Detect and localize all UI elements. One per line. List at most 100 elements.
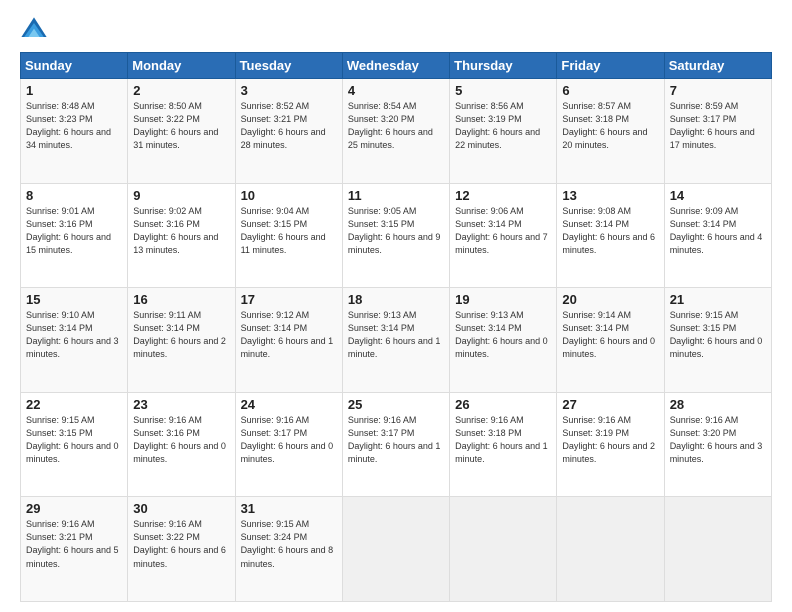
day-info: Sunrise: 9:10 AM Sunset: 3:14 PM Dayligh… bbox=[26, 309, 122, 361]
header-day-friday: Friday bbox=[557, 53, 664, 79]
day-number: 6 bbox=[562, 83, 658, 98]
calendar-cell: 28 Sunrise: 9:16 AM Sunset: 3:20 PM Dayl… bbox=[664, 392, 771, 497]
calendar-cell: 5 Sunrise: 8:56 AM Sunset: 3:19 PM Dayli… bbox=[450, 79, 557, 184]
calendar-cell: 23 Sunrise: 9:16 AM Sunset: 3:16 PM Dayl… bbox=[128, 392, 235, 497]
day-number: 1 bbox=[26, 83, 122, 98]
calendar-header: SundayMondayTuesdayWednesdayThursdayFrid… bbox=[21, 53, 772, 79]
calendar-cell bbox=[557, 497, 664, 602]
day-info: Sunrise: 9:04 AM Sunset: 3:15 PM Dayligh… bbox=[241, 205, 337, 257]
day-number: 7 bbox=[670, 83, 766, 98]
calendar-cell: 25 Sunrise: 9:16 AM Sunset: 3:17 PM Dayl… bbox=[342, 392, 449, 497]
logo-icon bbox=[20, 16, 48, 44]
calendar-cell: 3 Sunrise: 8:52 AM Sunset: 3:21 PM Dayli… bbox=[235, 79, 342, 184]
day-info: Sunrise: 9:16 AM Sunset: 3:16 PM Dayligh… bbox=[133, 414, 229, 466]
day-info: Sunrise: 9:16 AM Sunset: 3:18 PM Dayligh… bbox=[455, 414, 551, 466]
day-number: 8 bbox=[26, 188, 122, 203]
calendar-cell: 2 Sunrise: 8:50 AM Sunset: 3:22 PM Dayli… bbox=[128, 79, 235, 184]
day-number: 19 bbox=[455, 292, 551, 307]
day-number: 28 bbox=[670, 397, 766, 412]
day-number: 24 bbox=[241, 397, 337, 412]
day-number: 18 bbox=[348, 292, 444, 307]
day-number: 16 bbox=[133, 292, 229, 307]
day-number: 2 bbox=[133, 83, 229, 98]
day-info: Sunrise: 9:12 AM Sunset: 3:14 PM Dayligh… bbox=[241, 309, 337, 361]
calendar-cell: 16 Sunrise: 9:11 AM Sunset: 3:14 PM Dayl… bbox=[128, 288, 235, 393]
calendar-cell: 22 Sunrise: 9:15 AM Sunset: 3:15 PM Dayl… bbox=[21, 392, 128, 497]
calendar-cell: 6 Sunrise: 8:57 AM Sunset: 3:18 PM Dayli… bbox=[557, 79, 664, 184]
calendar-cell: 13 Sunrise: 9:08 AM Sunset: 3:14 PM Dayl… bbox=[557, 183, 664, 288]
day-number: 27 bbox=[562, 397, 658, 412]
header-day-thursday: Thursday bbox=[450, 53, 557, 79]
day-info: Sunrise: 9:16 AM Sunset: 3:20 PM Dayligh… bbox=[670, 414, 766, 466]
day-info: Sunrise: 9:15 AM Sunset: 3:15 PM Dayligh… bbox=[26, 414, 122, 466]
week-row-2: 8 Sunrise: 9:01 AM Sunset: 3:16 PM Dayli… bbox=[21, 183, 772, 288]
page: SundayMondayTuesdayWednesdayThursdayFrid… bbox=[0, 0, 792, 612]
day-number: 13 bbox=[562, 188, 658, 203]
day-info: Sunrise: 9:16 AM Sunset: 3:21 PM Dayligh… bbox=[26, 518, 122, 570]
day-info: Sunrise: 9:13 AM Sunset: 3:14 PM Dayligh… bbox=[455, 309, 551, 361]
day-info: Sunrise: 9:06 AM Sunset: 3:14 PM Dayligh… bbox=[455, 205, 551, 257]
day-info: Sunrise: 9:16 AM Sunset: 3:17 PM Dayligh… bbox=[348, 414, 444, 466]
week-row-4: 22 Sunrise: 9:15 AM Sunset: 3:15 PM Dayl… bbox=[21, 392, 772, 497]
day-info: Sunrise: 9:15 AM Sunset: 3:15 PM Dayligh… bbox=[670, 309, 766, 361]
calendar-cell: 7 Sunrise: 8:59 AM Sunset: 3:17 PM Dayli… bbox=[664, 79, 771, 184]
day-number: 20 bbox=[562, 292, 658, 307]
day-number: 29 bbox=[26, 501, 122, 516]
header-day-monday: Monday bbox=[128, 53, 235, 79]
calendar-cell: 14 Sunrise: 9:09 AM Sunset: 3:14 PM Dayl… bbox=[664, 183, 771, 288]
logo bbox=[20, 16, 52, 44]
day-number: 15 bbox=[26, 292, 122, 307]
calendar-cell: 9 Sunrise: 9:02 AM Sunset: 3:16 PM Dayli… bbox=[128, 183, 235, 288]
day-info: Sunrise: 8:56 AM Sunset: 3:19 PM Dayligh… bbox=[455, 100, 551, 152]
calendar-cell: 26 Sunrise: 9:16 AM Sunset: 3:18 PM Dayl… bbox=[450, 392, 557, 497]
week-row-5: 29 Sunrise: 9:16 AM Sunset: 3:21 PM Dayl… bbox=[21, 497, 772, 602]
day-number: 11 bbox=[348, 188, 444, 203]
header-day-sunday: Sunday bbox=[21, 53, 128, 79]
calendar-cell: 21 Sunrise: 9:15 AM Sunset: 3:15 PM Dayl… bbox=[664, 288, 771, 393]
day-number: 10 bbox=[241, 188, 337, 203]
calendar-cell: 12 Sunrise: 9:06 AM Sunset: 3:14 PM Dayl… bbox=[450, 183, 557, 288]
day-number: 9 bbox=[133, 188, 229, 203]
day-number: 25 bbox=[348, 397, 444, 412]
calendar-cell: 18 Sunrise: 9:13 AM Sunset: 3:14 PM Dayl… bbox=[342, 288, 449, 393]
calendar-cell: 24 Sunrise: 9:16 AM Sunset: 3:17 PM Dayl… bbox=[235, 392, 342, 497]
calendar-cell: 15 Sunrise: 9:10 AM Sunset: 3:14 PM Dayl… bbox=[21, 288, 128, 393]
header bbox=[20, 16, 772, 44]
calendar-cell bbox=[342, 497, 449, 602]
day-info: Sunrise: 9:16 AM Sunset: 3:17 PM Dayligh… bbox=[241, 414, 337, 466]
calendar-cell: 10 Sunrise: 9:04 AM Sunset: 3:15 PM Dayl… bbox=[235, 183, 342, 288]
calendar-cell: 29 Sunrise: 9:16 AM Sunset: 3:21 PM Dayl… bbox=[21, 497, 128, 602]
week-row-3: 15 Sunrise: 9:10 AM Sunset: 3:14 PM Dayl… bbox=[21, 288, 772, 393]
day-info: Sunrise: 8:52 AM Sunset: 3:21 PM Dayligh… bbox=[241, 100, 337, 152]
calendar-cell: 19 Sunrise: 9:13 AM Sunset: 3:14 PM Dayl… bbox=[450, 288, 557, 393]
day-info: Sunrise: 9:14 AM Sunset: 3:14 PM Dayligh… bbox=[562, 309, 658, 361]
calendar-cell: 1 Sunrise: 8:48 AM Sunset: 3:23 PM Dayli… bbox=[21, 79, 128, 184]
day-info: Sunrise: 8:57 AM Sunset: 3:18 PM Dayligh… bbox=[562, 100, 658, 152]
calendar-cell: 20 Sunrise: 9:14 AM Sunset: 3:14 PM Dayl… bbox=[557, 288, 664, 393]
calendar-cell: 27 Sunrise: 9:16 AM Sunset: 3:19 PM Dayl… bbox=[557, 392, 664, 497]
day-info: Sunrise: 9:05 AM Sunset: 3:15 PM Dayligh… bbox=[348, 205, 444, 257]
day-number: 12 bbox=[455, 188, 551, 203]
day-number: 5 bbox=[455, 83, 551, 98]
calendar-cell: 30 Sunrise: 9:16 AM Sunset: 3:22 PM Dayl… bbox=[128, 497, 235, 602]
calendar-cell: 8 Sunrise: 9:01 AM Sunset: 3:16 PM Dayli… bbox=[21, 183, 128, 288]
day-number: 17 bbox=[241, 292, 337, 307]
calendar-cell: 31 Sunrise: 9:15 AM Sunset: 3:24 PM Dayl… bbox=[235, 497, 342, 602]
day-number: 26 bbox=[455, 397, 551, 412]
week-row-1: 1 Sunrise: 8:48 AM Sunset: 3:23 PM Dayli… bbox=[21, 79, 772, 184]
calendar-cell bbox=[664, 497, 771, 602]
day-info: Sunrise: 8:50 AM Sunset: 3:22 PM Dayligh… bbox=[133, 100, 229, 152]
day-info: Sunrise: 9:15 AM Sunset: 3:24 PM Dayligh… bbox=[241, 518, 337, 570]
day-number: 21 bbox=[670, 292, 766, 307]
calendar-cell: 17 Sunrise: 9:12 AM Sunset: 3:14 PM Dayl… bbox=[235, 288, 342, 393]
calendar: SundayMondayTuesdayWednesdayThursdayFrid… bbox=[20, 52, 772, 602]
day-number: 31 bbox=[241, 501, 337, 516]
day-number: 23 bbox=[133, 397, 229, 412]
calendar-cell: 11 Sunrise: 9:05 AM Sunset: 3:15 PM Dayl… bbox=[342, 183, 449, 288]
day-number: 3 bbox=[241, 83, 337, 98]
day-info: Sunrise: 9:11 AM Sunset: 3:14 PM Dayligh… bbox=[133, 309, 229, 361]
day-number: 22 bbox=[26, 397, 122, 412]
header-day-saturday: Saturday bbox=[664, 53, 771, 79]
day-info: Sunrise: 8:59 AM Sunset: 3:17 PM Dayligh… bbox=[670, 100, 766, 152]
day-info: Sunrise: 8:54 AM Sunset: 3:20 PM Dayligh… bbox=[348, 100, 444, 152]
